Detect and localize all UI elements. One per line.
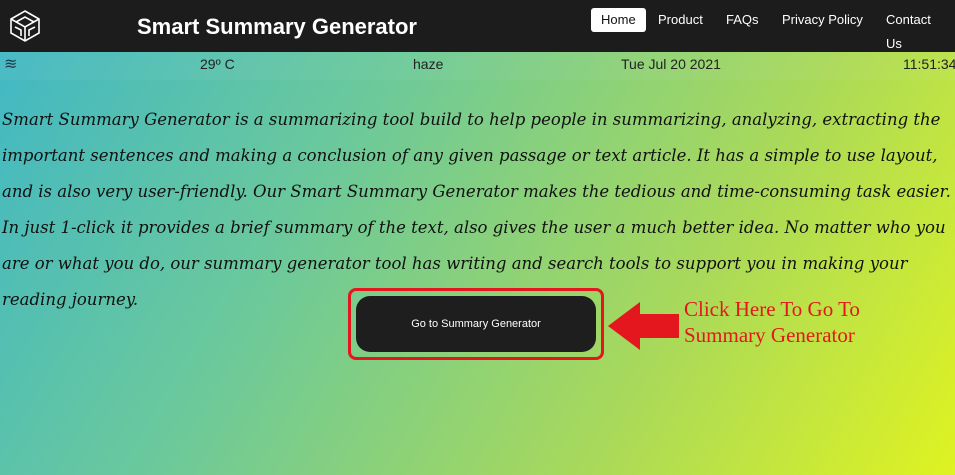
temperature: 29º C (200, 56, 235, 72)
site-title: Smart Summary Generator (137, 14, 417, 39)
nav-product[interactable]: Product (648, 8, 713, 32)
left-arrow-icon (608, 302, 679, 350)
weather-condition: haze (413, 56, 444, 72)
callout-line-2: Summary Generator (684, 323, 855, 347)
nav-faqs[interactable]: FAQs (716, 8, 769, 32)
current-date: Tue Jul 20 2021 (621, 56, 721, 72)
weather-bar: ≋ 29º C haze Tue Jul 20 2021 11:51:34 (0, 52, 955, 80)
haze-icon: ≋ (4, 56, 18, 73)
current-time: 11:51:34 (903, 56, 955, 72)
callout-line-1: Click Here To Go To (684, 297, 860, 321)
nav-home[interactable]: Home (591, 8, 646, 32)
intro-paragraph: Smart Summary Generator is a summarizing… (2, 110, 951, 309)
go-to-summary-generator-button[interactable]: Go to Summary Generator (356, 296, 596, 352)
navbar: Smart Summary Generator Home Product FAQ… (0, 0, 955, 52)
annotation-callout: Click Here To Go To Summary Generator (684, 296, 944, 348)
nav-privacy-policy[interactable]: Privacy Policy (772, 8, 873, 32)
nav-contact-us[interactable]: Contact Us (876, 8, 955, 51)
cube-logo-icon[interactable] (8, 9, 42, 43)
